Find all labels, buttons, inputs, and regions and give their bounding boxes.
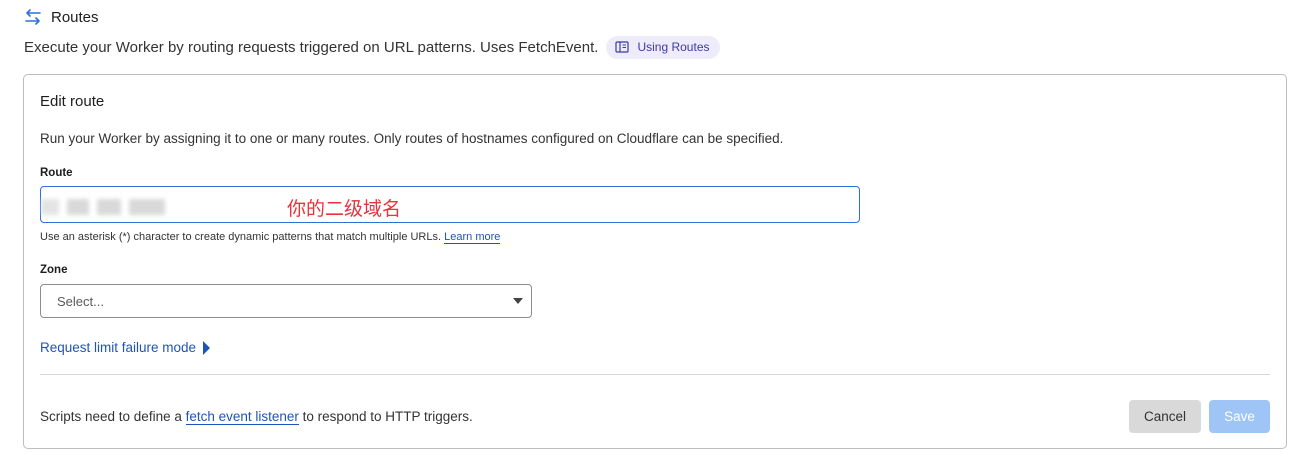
cancel-button[interactable]: Cancel — [1129, 400, 1201, 433]
zone-select[interactable]: Select... — [40, 284, 532, 318]
redacted-text — [41, 199, 59, 215]
redacted-text — [129, 199, 165, 215]
divider — [40, 374, 1270, 375]
subdomain-annotation: 你的二级域名 — [287, 199, 402, 220]
footer-text: Scripts need to define a fetch event lis… — [40, 409, 473, 425]
learn-more-link[interactable]: Learn more — [444, 231, 501, 244]
edit-route-card: Edit route Run your Worker by assigning … — [23, 74, 1287, 449]
caret-down-icon — [513, 298, 523, 304]
caret-right-icon — [203, 340, 211, 355]
swap-arrows-icon — [24, 9, 42, 25]
request-limit-failure-mode-toggle[interactable]: Request limit failure mode — [40, 340, 211, 355]
card-description: Run your Worker by assigning it to one o… — [40, 131, 784, 146]
redacted-text — [97, 199, 121, 215]
redacted-text — [67, 199, 89, 215]
request-limit-failure-mode-label: Request limit failure mode — [40, 340, 197, 355]
card-title: Edit route — [40, 93, 105, 110]
section-title: Routes — [51, 8, 99, 26]
using-routes-label: Using Routes — [637, 40, 710, 54]
book-icon — [615, 41, 630, 53]
route-helper-message: Use an asterisk (*) character to create … — [40, 231, 442, 243]
fetch-event-listener-link[interactable]: fetch event listener — [185, 409, 299, 425]
section-description: Execute your Worker by routing requests … — [24, 38, 599, 56]
section-description-row: Execute your Worker by routing requests … — [24, 35, 720, 59]
zone-select-placeholder: Select... — [57, 294, 104, 309]
route-input[interactable]: 你的二级域名 — [40, 186, 860, 223]
save-button[interactable]: Save — [1209, 400, 1270, 433]
routes-header: Routes — [24, 6, 99, 28]
route-helper-text: Use an asterisk (*) character to create … — [40, 231, 501, 244]
footer-text-after: to respond to HTTP triggers. — [298, 409, 473, 424]
route-label: Route — [40, 167, 73, 179]
zone-label: Zone — [40, 264, 68, 276]
footer-text-before: Scripts need to define a — [40, 409, 186, 424]
using-routes-link[interactable]: Using Routes — [606, 35, 720, 59]
